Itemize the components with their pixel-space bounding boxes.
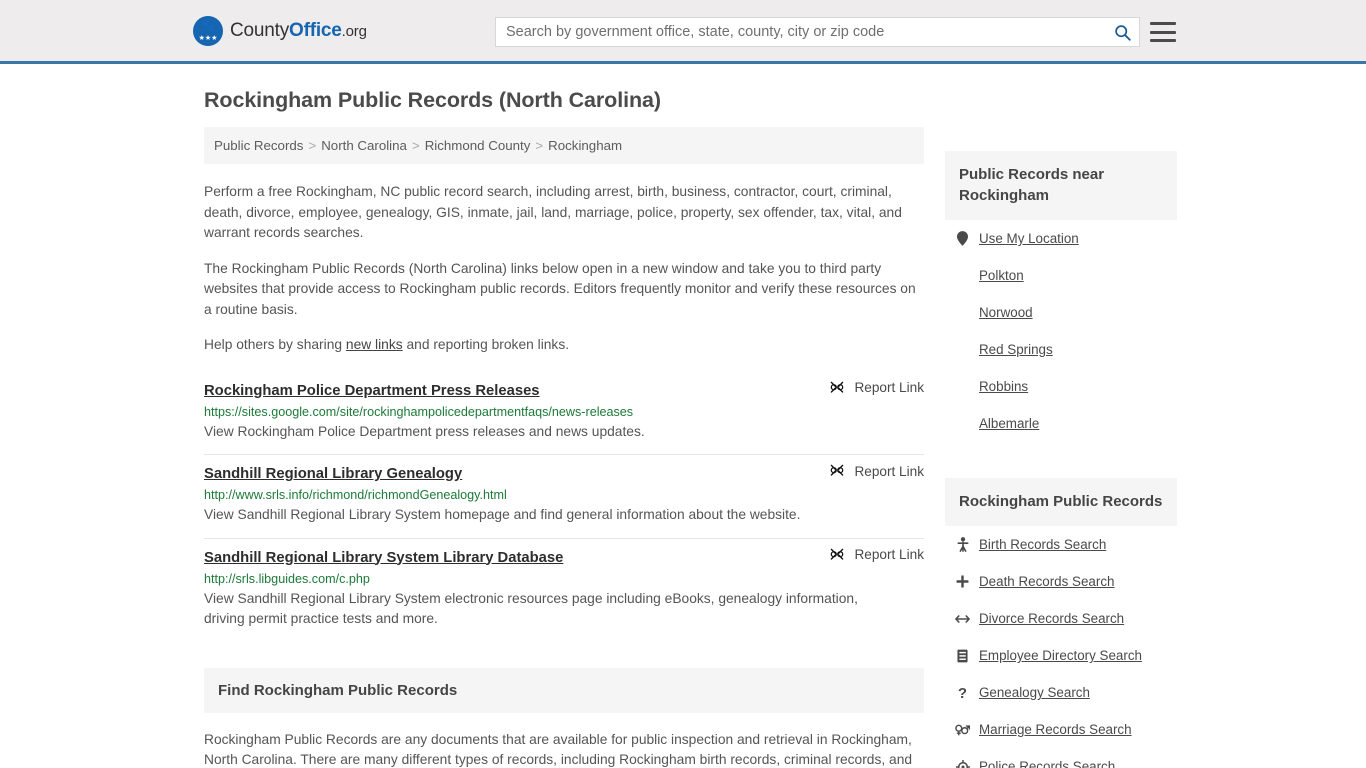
intro-text: Perform a free Rockingham, NC public rec… — [204, 182, 924, 356]
sidebar-list-item[interactable]: Use My Location — [945, 220, 1177, 257]
sidebar-list-item[interactable]: ? Genealogy Search — [945, 674, 1177, 711]
map-pin-icon — [955, 231, 970, 246]
report-link-button[interactable]: Report Link — [829, 547, 924, 563]
sidebar-item-label[interactable]: Birth Records Search — [979, 537, 1106, 552]
question-mark-icon: ? — [955, 685, 970, 700]
sidebar-list-item[interactable]: Red Springs — [945, 331, 1177, 368]
breadcrumb-separator: > — [535, 138, 544, 153]
breadcrumb-item[interactable]: Rockingham — [548, 138, 622, 153]
breadcrumb-item[interactable]: Public Records — [214, 138, 303, 153]
sidebar-item-label[interactable]: Polkton — [979, 268, 1024, 283]
help-suffix: and reporting broken links. — [402, 337, 570, 352]
menu-bar-1 — [1150, 22, 1176, 25]
police-badge-icon — [955, 759, 970, 768]
logo-text-office: Office — [289, 19, 342, 41]
sidebar-item-label[interactable]: Marriage Records Search — [979, 722, 1132, 737]
logo-wordmark: CountyOffice.org — [230, 20, 367, 42]
svg-text:?: ? — [958, 685, 967, 700]
sidebar-item-label[interactable]: Albemarle — [979, 416, 1039, 431]
record-link-description: View Sandhill Regional Library System ho… — [204, 507, 801, 522]
sidebar-near-heading: Public Records near Rockingham — [945, 151, 1177, 220]
help-paragraph: Help others by sharing new links and rep… — [204, 335, 924, 356]
sidebar-records-heading: Rockingham Public Records — [945, 478, 1177, 526]
record-link-url: http://www.srls.info/richmond/richmondGe… — [204, 488, 507, 502]
gender-symbols-icon — [955, 723, 970, 736]
split-arrows-icon — [955, 614, 970, 624]
help-prefix: Help others by sharing — [204, 337, 346, 352]
sidebar-list-item[interactable]: Birth Records Search — [945, 526, 1177, 563]
record-link-item: Rockingham Police Department Press Relea… — [204, 376, 924, 455]
breadcrumb-item[interactable]: Richmond County — [425, 138, 531, 153]
record-link-url: https://sites.google.com/site/rockingham… — [204, 404, 634, 419]
search-button[interactable] — [1105, 18, 1139, 46]
sidebar-records-list: Birth Records Search Death Records Search… — [945, 526, 1177, 768]
records-links-list: Rockingham Police Department Press Relea… — [204, 376, 924, 642]
report-link-label: Report Link — [854, 463, 924, 479]
sidebar-list-item[interactable]: Employee Directory Search — [945, 637, 1177, 674]
page-title: Rockingham Public Records (North Carolin… — [204, 88, 661, 112]
sidebar-list-item[interactable]: Albemarle — [945, 405, 1177, 442]
sidebar-item-label[interactable]: Norwood — [979, 305, 1033, 320]
search-icon — [1114, 24, 1131, 41]
sidebar-near-list: Use My Location Polkton Norwood Red Springs… — [945, 220, 1177, 442]
sidebar-list-item[interactable]: Norwood — [945, 294, 1177, 331]
broken-link-icon — [831, 381, 844, 393]
record-link-url: http://srls.libguides.com/c.php — [204, 571, 370, 586]
broken-link-icon — [831, 548, 844, 560]
report-link-button[interactable]: Report Link — [829, 380, 924, 396]
find-records-paragraph: Rockingham Public Records are any docume… — [204, 731, 913, 768]
sidebar-item-label[interactable]: Divorce Records Search — [979, 611, 1124, 626]
site-logo[interactable]: 🐾 ★★★ CountyOffice.org — [193, 15, 367, 46]
sidebar: Public Records near Rockingham Use My Lo… — [945, 127, 1177, 768]
record-link-item: Sandhill Regional Library Genealogy http:… — [204, 454, 924, 538]
search-input[interactable] — [496, 19, 1105, 45]
record-link-description: View Rockingham Police Department press … — [204, 423, 645, 439]
report-link-label: Report Link — [854, 380, 924, 395]
sidebar-list-item[interactable]: Divorce Records Search — [945, 600, 1177, 637]
baby-icon — [955, 537, 970, 552]
broken-link-icon — [831, 464, 844, 476]
sidebar-list-item[interactable]: Robbins — [945, 368, 1177, 405]
breadcrumb-separator: > — [308, 138, 317, 153]
logo-text-org: .org — [341, 22, 367, 40]
id-badge-icon — [955, 649, 970, 663]
logo-text-county: County — [230, 19, 290, 41]
sidebar-list-item[interactable]: Police Records Search — [945, 748, 1177, 768]
breadcrumb: Public Records > North Carolina > Richmond C… — [204, 127, 924, 164]
new-links-link[interactable]: new links — [346, 337, 403, 352]
record-link-title[interactable]: Sandhill Regional Library Genealogy — [204, 466, 462, 482]
record-link-description: View Sandhill Regional Library System el… — [204, 590, 858, 627]
sidebar-item-label[interactable]: Red Springs — [979, 342, 1053, 357]
search-bar[interactable] — [495, 17, 1140, 47]
record-link-title[interactable]: Sandhill Regional Library System Library… — [204, 550, 563, 566]
sidebar-item-label[interactable]: Death Records Search — [979, 574, 1114, 589]
hamburger-menu-icon[interactable] — [1150, 19, 1176, 45]
intro-paragraph-1: Perform a free Rockingham, NC public rec… — [204, 184, 902, 240]
record-link-item: Sandhill Regional Library System Library… — [204, 537, 924, 642]
sidebar-item-label[interactable]: Robbins — [979, 379, 1028, 394]
sidebar-list-item[interactable]: Polkton — [945, 257, 1177, 294]
menu-bar-3 — [1150, 39, 1176, 42]
sidebar-list-item[interactable]: Death Records Search — [945, 563, 1177, 600]
eagle-shield-logo-icon: 🐾 ★★★ — [193, 15, 223, 46]
find-records-body: Rockingham Public Records are any docume… — [204, 730, 924, 768]
find-records-heading: Find Rockingham Public Records — [204, 667, 924, 713]
main-content: Public Records > North Carolina > Richmond C… — [204, 127, 924, 768]
sidebar-item-label[interactable]: Police Records Search — [979, 759, 1115, 768]
report-link-button[interactable]: Report Link — [829, 463, 924, 479]
sidebar-item-label[interactable]: Use My Location — [979, 231, 1079, 246]
sidebar-item-label[interactable]: Genealogy Search — [979, 685, 1090, 700]
intro-paragraph-2: The Rockingham Public Records (North Car… — [204, 260, 916, 317]
report-link-label: Report Link — [854, 547, 924, 562]
record-link-title[interactable]: Rockingham Police Department Press Relea… — [204, 383, 540, 399]
site-header: 🐾 ★★★ CountyOffice.org — [0, 0, 1366, 64]
breadcrumb-separator: > — [411, 138, 420, 153]
menu-bar-2 — [1150, 30, 1176, 34]
sidebar-list-item[interactable]: Marriage Records Search — [945, 711, 1177, 748]
cross-icon — [955, 575, 970, 588]
breadcrumb-item[interactable]: North Carolina — [321, 138, 407, 153]
sidebar-item-label[interactable]: Employee Directory Search — [979, 648, 1142, 663]
